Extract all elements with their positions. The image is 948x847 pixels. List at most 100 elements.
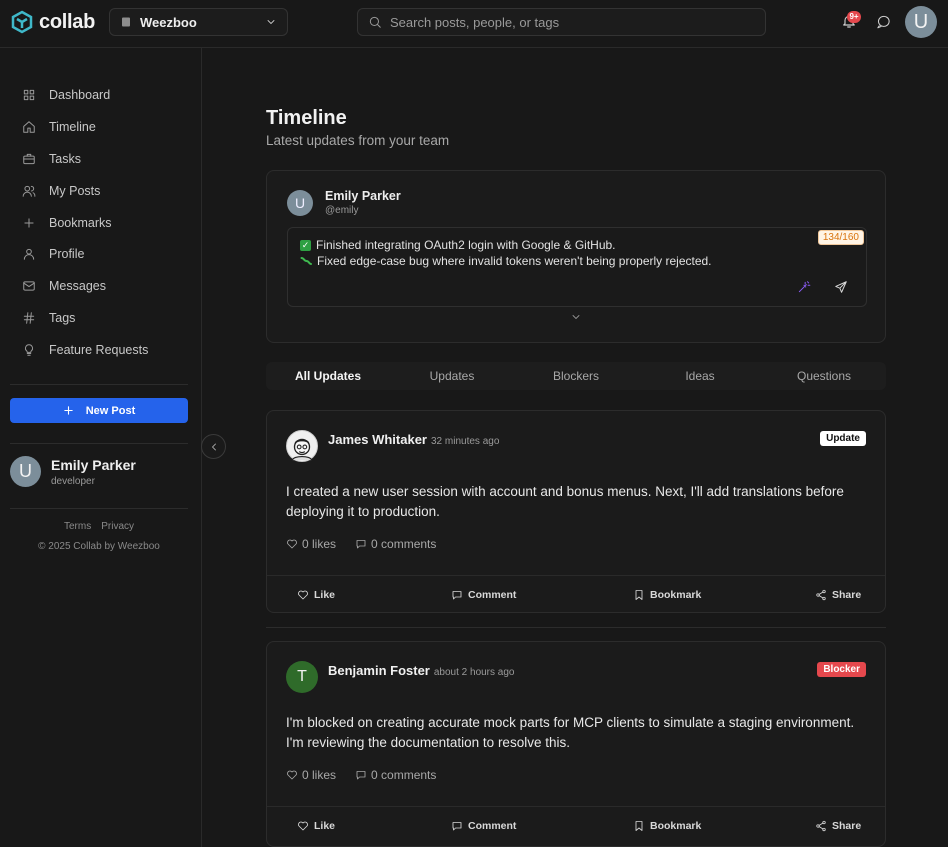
workspace-switcher[interactable]: Weezboo [109,8,288,36]
collapse-sidebar-button[interactable] [201,434,226,459]
comment-label: Comment [468,588,517,601]
avatar[interactable] [286,430,318,462]
tab-ideas[interactable]: Ideas [638,362,762,390]
sidebar-item-messages[interactable]: Messages [10,273,188,299]
sidebar-item-bookmarks[interactable]: Bookmarks [10,210,188,236]
status-badge: Update [820,431,866,446]
sidebar-item-tasks[interactable]: Tasks [10,146,188,172]
workspace-name: Weezboo [140,14,197,30]
home-icon [23,121,35,133]
sidebar-item-label: Dashboard [49,88,111,102]
user-avatar[interactable]: U [905,6,937,38]
terms-link[interactable]: Terms [64,521,91,532]
sidebar-item-my-posts[interactable]: My Posts [10,178,188,204]
checkmark-icon: ✓ [300,239,311,251]
sidebar-item-timeline[interactable]: Timeline [10,114,188,140]
top-bar: collab Weezboo 9+ U [0,0,948,48]
tab-all-updates[interactable]: All Updates [266,362,390,390]
comment-icon [452,590,462,599]
avatar[interactable]: T [286,661,318,693]
comments-count[interactable]: 0 comments [355,768,436,782]
sidebar-item-label: Bookmarks [49,216,112,230]
sidebar-item-feature-requests[interactable]: Feature Requests [10,337,188,363]
expand-composer-button[interactable] [570,311,582,323]
post-author[interactable]: Benjamin Foster about 2 hours ago [328,663,514,678]
share-label: Share [832,819,862,832]
post-time: about 2 hours ago [433,667,515,678]
like-button[interactable]: Like [297,589,335,601]
magic-wand-icon [798,281,811,293]
post-composer: U Emily Parker @emily ✓ Finished integra… [266,170,886,343]
share-icon [816,589,826,600]
share-button[interactable]: Share [815,589,861,601]
like-label: Like [314,588,336,601]
sidebar-user-card[interactable]: U Emily Parker developer [10,456,136,487]
post-author[interactable]: James Whitaker 32 minutes ago [328,432,499,447]
likes-count[interactable]: 0 likes [286,537,336,551]
comments-text: 0 comments [371,768,437,782]
bookmark-button[interactable]: Bookmark [633,820,701,832]
ai-assist-button[interactable] [797,280,811,294]
post-stats: 0 likes 0 comments [286,768,436,782]
comment-icon [356,540,366,549]
new-post-button[interactable]: New Post [10,398,188,423]
search-bar[interactable] [357,8,766,36]
post-actions: Like Comment Bookmark Share [267,575,885,613]
author-name: Benjamin Foster [328,663,430,678]
share-icon [816,820,826,831]
user-role: developer [51,475,95,487]
post-divider [266,627,886,628]
illustrated-avatar-icon [292,438,312,461]
composer-line-text: Fixed edge-case bug where invalid tokens… [317,254,712,268]
share-label: Share [832,588,862,601]
bookmark-button[interactable]: Bookmark [633,589,701,601]
comment-icon [356,771,366,780]
composer-line: Fixed edge-case bug where invalid tokens… [300,254,712,268]
building-icon [122,17,130,27]
sidebar-item-profile[interactable]: Profile [10,241,188,267]
messages-button[interactable] [876,14,891,29]
timeline-tabs: All Updates Updates Blockers Ideas Quest… [266,362,886,390]
tab-updates[interactable]: Updates [390,362,514,390]
search-input[interactable] [390,14,755,30]
search-icon [369,16,381,28]
send-icon [835,281,847,293]
privacy-link[interactable]: Privacy [101,521,134,532]
comment-button[interactable]: Comment [451,820,516,832]
likes-count[interactable]: 0 likes [286,768,336,782]
sidebar-item-label: Tasks [49,152,81,166]
like-button[interactable]: Like [297,820,335,832]
sidebar-divider [10,443,188,444]
sidebar-divider [10,508,188,509]
app-logo[interactable]: collab [10,10,95,34]
hash-icon [23,312,35,324]
comment-button[interactable]: Comment [451,589,516,601]
plus-icon [24,218,34,228]
bookmark-icon [635,589,643,600]
composer-user-name: Emily Parker [325,189,401,203]
comment-icon [452,821,462,830]
composer-line-text: Finished integrating OAuth2 login with G… [316,238,616,252]
send-button[interactable] [834,280,848,294]
tab-questions[interactable]: Questions [762,362,886,390]
bookmark-icon [635,820,643,831]
sidebar-item-dashboard[interactable]: Dashboard [10,82,188,108]
user-icon [23,248,35,260]
comment-label: Comment [468,819,517,832]
status-badge: Blocker [817,662,866,677]
grid-icon [23,89,35,101]
composer-textarea[interactable]: ✓ Finished integrating OAuth2 login with… [287,227,867,307]
post-card: T Benjamin Foster about 2 hours ago Block… [266,641,886,847]
heart-icon [287,539,297,549]
share-button[interactable]: Share [815,820,861,832]
sidebar-item-label: Feature Requests [49,343,149,357]
chevron-down-icon [572,315,580,319]
user-name: Emily Parker [51,456,136,473]
plus-icon [64,406,73,415]
author-name: James Whitaker [328,432,427,447]
copyright: © 2025 Collab by Weezboo [38,541,160,552]
comments-count[interactable]: 0 comments [355,537,436,551]
tab-blockers[interactable]: Blockers [514,362,638,390]
like-label: Like [314,819,336,832]
sidebar-item-tags[interactable]: Tags [10,305,188,331]
